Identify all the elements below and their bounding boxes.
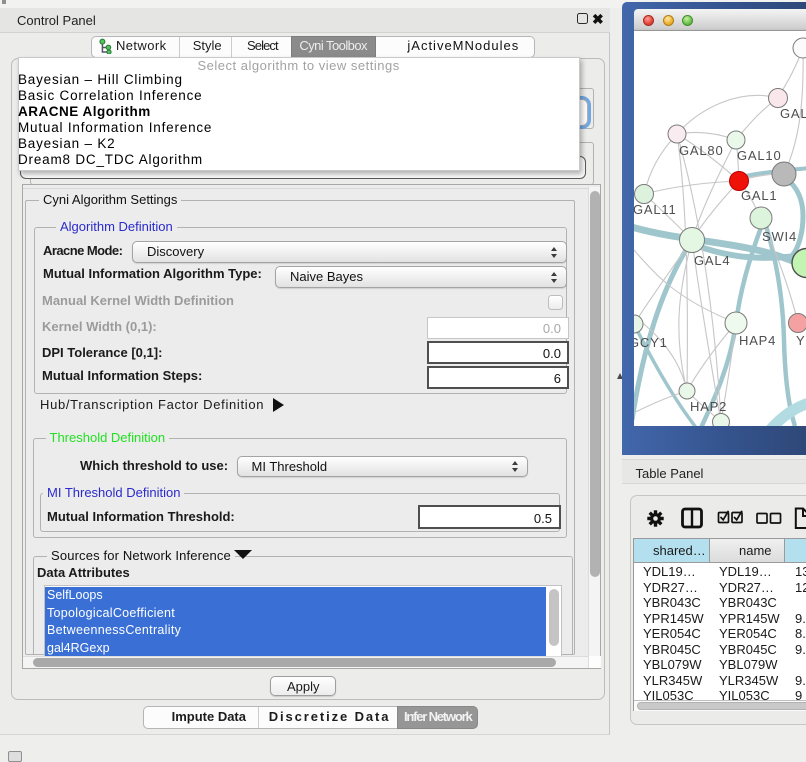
svg-text:Y: Y <box>796 333 805 348</box>
svg-text:GAL80: GAL80 <box>679 143 723 158</box>
svg-text:GAL2: GAL2 <box>780 106 806 121</box>
svg-text:SWI4: SWI4 <box>762 229 797 244</box>
svg-text:GAL10: GAL10 <box>737 148 781 163</box>
svg-text:HAP4: HAP4 <box>739 333 776 348</box>
svg-text:GAL11: GAL11 <box>634 202 677 217</box>
svg-text:GCY1: GCY1 <box>634 335 668 350</box>
svg-text:GAL4: GAL4 <box>694 253 730 268</box>
svg-text:GAL1: GAL1 <box>741 188 777 203</box>
svg-text:HAP2: HAP2 <box>690 399 727 414</box>
